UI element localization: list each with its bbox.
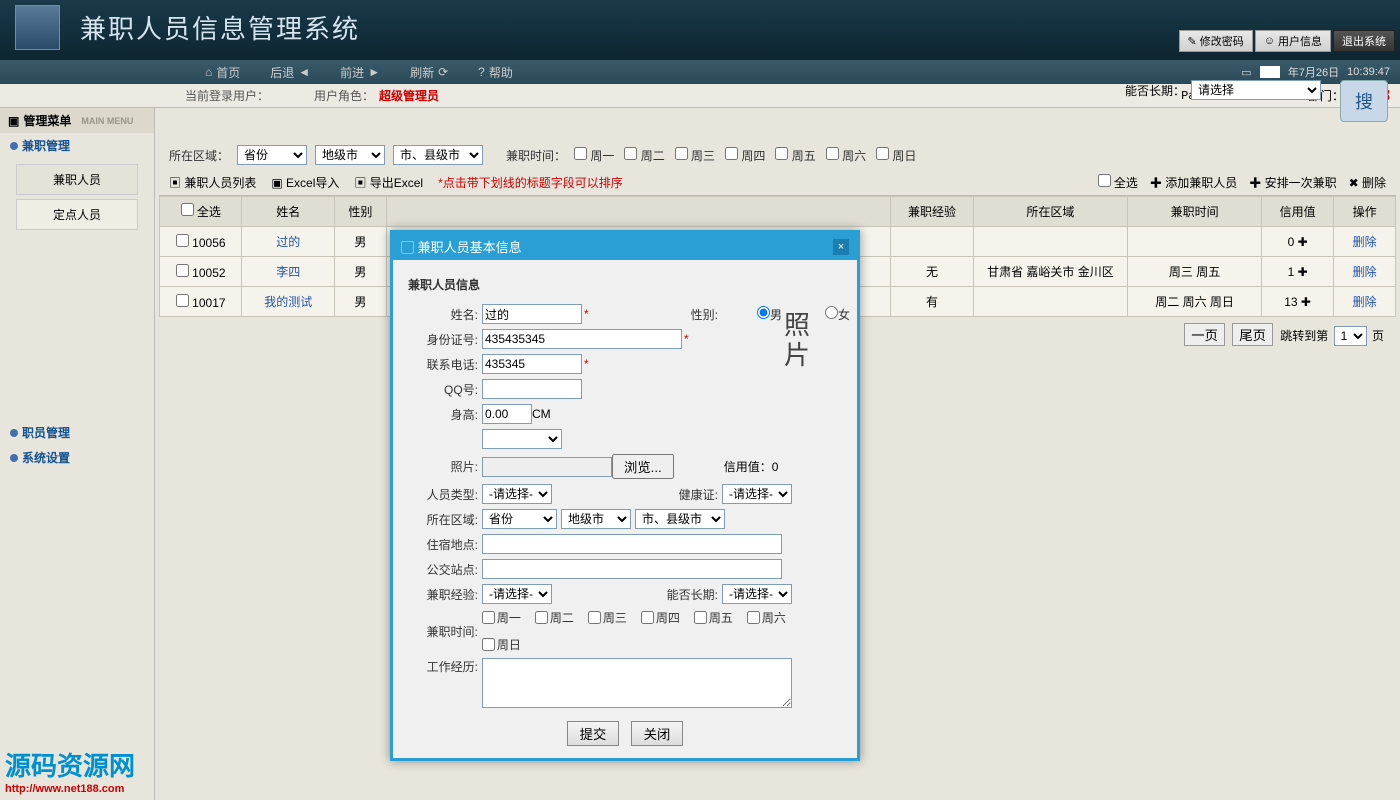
radio-female[interactable]: 女 — [790, 306, 850, 323]
input-address[interactable] — [482, 534, 782, 554]
filter-province-select[interactable]: 省份 — [237, 145, 307, 165]
filter-day-checkbox[interactable]: 周二 — [624, 149, 664, 163]
sidebar-group-system[interactable]: 系统设置 — [0, 445, 154, 470]
header-select-all[interactable]: 全选 — [1098, 174, 1138, 191]
radio-male[interactable]: 男 — [722, 306, 782, 323]
staff-edit-dialog: ▢ 兼职人员基本信息 × 兼职人员信息 照片 姓名: * 性别: 男 女 身份证… — [390, 230, 860, 761]
select-health-cert[interactable]: -请选择- — [722, 484, 792, 504]
input-idcard[interactable] — [482, 329, 682, 349]
row-delete-link[interactable]: 删除 — [1334, 287, 1396, 317]
nav-back[interactable]: 后退 ◄ — [255, 64, 325, 81]
dialog-day-checkbox[interactable]: 周五 — [694, 609, 733, 626]
input-photo-path[interactable] — [482, 457, 612, 477]
nav-forward[interactable]: 前进 ► — [325, 64, 395, 81]
sidebar-group-employee[interactable]: 职员管理 — [0, 420, 154, 445]
tool-export-excel[interactable]: ▣ 导出Excel — [354, 174, 423, 191]
filter-city-select[interactable]: 地级市 — [315, 145, 385, 165]
close-button[interactable]: 关闭 — [631, 721, 684, 746]
clock-date — [1260, 66, 1280, 78]
change-password-button[interactable]: ✎修改密码 — [1179, 30, 1253, 52]
tool-import-excel[interactable]: ▣ Excel导入 — [271, 174, 339, 191]
search-button[interactable]: 搜 — [1340, 80, 1388, 122]
row-checkbox[interactable] — [176, 264, 189, 277]
select-experience[interactable]: -请选择- — [482, 584, 552, 604]
select-province[interactable]: 省份 — [482, 509, 557, 529]
select-person-type[interactable]: -请选择- — [482, 484, 552, 504]
filter-county-select[interactable]: 市、县级市 — [393, 145, 483, 165]
filter-day-checkbox[interactable]: 周六 — [826, 149, 866, 163]
filter-day-checkbox[interactable]: 周一 — [574, 149, 614, 163]
pager-prev[interactable]: 一页 — [1184, 323, 1225, 346]
dialog-day-checkbox[interactable]: 周一 — [482, 609, 521, 626]
pager-page-select[interactable]: 1 — [1334, 326, 1367, 346]
row-delete-link[interactable]: 删除 — [1334, 257, 1396, 287]
nav-help[interactable]: ? 帮助 — [463, 64, 528, 81]
logout-button[interactable]: 退出系统 — [1333, 30, 1395, 52]
dialog-close-icon[interactable]: × — [833, 239, 849, 255]
filter-day-checkbox[interactable]: 周三 — [675, 149, 715, 163]
filter-longterm-select[interactable]: 请选择 — [1191, 80, 1321, 100]
tool-list[interactable]: ▣ 兼职人员列表 — [169, 174, 256, 191]
app-title: 兼职人员信息管理系统 — [80, 9, 360, 46]
filter-day-checkbox[interactable]: 周四 — [725, 149, 765, 163]
row-checkbox[interactable] — [176, 234, 189, 247]
nav-refresh[interactable]: 刷新 ⟳ — [395, 64, 463, 81]
tool-add-staff[interactable]: ✚ 添加兼职人员 — [1150, 174, 1237, 191]
tool-delete[interactable]: ✖ 删除 — [1349, 174, 1386, 191]
dialog-day-checkbox[interactable]: 周三 — [588, 609, 627, 626]
tool-arrange[interactable]: ✚ 安排一次兼职 — [1249, 174, 1336, 191]
row-name-link[interactable]: 我的测试 — [242, 287, 335, 317]
watermark: 源码资源网 http://www.net188.com — [5, 746, 135, 795]
filter-day-checkbox[interactable]: 周日 — [876, 149, 916, 163]
select-city[interactable]: 地级市 — [561, 509, 631, 529]
dialog-day-checkbox[interactable]: 周六 — [747, 609, 786, 626]
select-county[interactable]: 市、县级市 — [635, 509, 725, 529]
sidebar-item-parttime-staff[interactable]: 兼职人员 — [16, 164, 138, 195]
row-delete-link[interactable]: 删除 — [1334, 227, 1396, 257]
row-name-link[interactable]: 过的 — [242, 227, 335, 257]
user-info-button[interactable]: ☺用户信息 — [1255, 30, 1331, 52]
sidebar: ▣ 管理菜单MAIN MENU 兼职管理 兼职人员 定点人员 职员管理 系统设置 — [0, 108, 155, 800]
row-name-link[interactable]: 李四 — [242, 257, 335, 287]
dialog-day-checkbox[interactable]: 周四 — [641, 609, 680, 626]
th-select-all-checkbox[interactable] — [181, 203, 194, 216]
clock-time: 10:39:47 — [1347, 66, 1390, 78]
input-name[interactable] — [482, 304, 582, 324]
dialog-title: ▢ 兼职人员基本信息 — [401, 237, 522, 256]
dialog-day-checkbox[interactable]: 周日 — [482, 636, 521, 653]
filter-day-checkbox[interactable]: 周五 — [775, 149, 815, 163]
sidebar-group-parttime[interactable]: 兼职管理 — [0, 133, 154, 158]
user-role: 超级管理员 — [379, 87, 439, 104]
app-logo — [15, 5, 60, 50]
sidebar-header: ▣ 管理菜单MAIN MENU — [0, 108, 154, 133]
input-qq[interactable] — [482, 379, 582, 399]
pager-last[interactable]: 尾页 — [1232, 323, 1273, 346]
row-checkbox[interactable] — [176, 294, 189, 307]
sidebar-item-fixed-staff[interactable]: 定点人员 — [16, 199, 138, 230]
monitor-icon: ▭ — [1241, 66, 1251, 79]
sort-hint: *点击带下划线的标题字段可以排序 — [438, 174, 623, 191]
input-bus-station[interactable] — [482, 559, 782, 579]
browse-button[interactable]: 浏览... — [612, 454, 674, 479]
select-unknown[interactable] — [482, 429, 562, 449]
select-longterm[interactable]: -请选择- — [722, 584, 792, 604]
input-phone[interactable] — [482, 354, 582, 374]
submit-button[interactable]: 提交 — [567, 721, 620, 746]
input-height[interactable] — [482, 404, 532, 424]
dialog-day-checkbox[interactable]: 周二 — [535, 609, 574, 626]
nav-home[interactable]: ⌂ 首页 — [190, 64, 255, 81]
input-work-history[interactable] — [482, 658, 792, 708]
header: 兼职人员信息管理系统 ✎修改密码 ☺用户信息 退出系统 — [0, 0, 1400, 60]
